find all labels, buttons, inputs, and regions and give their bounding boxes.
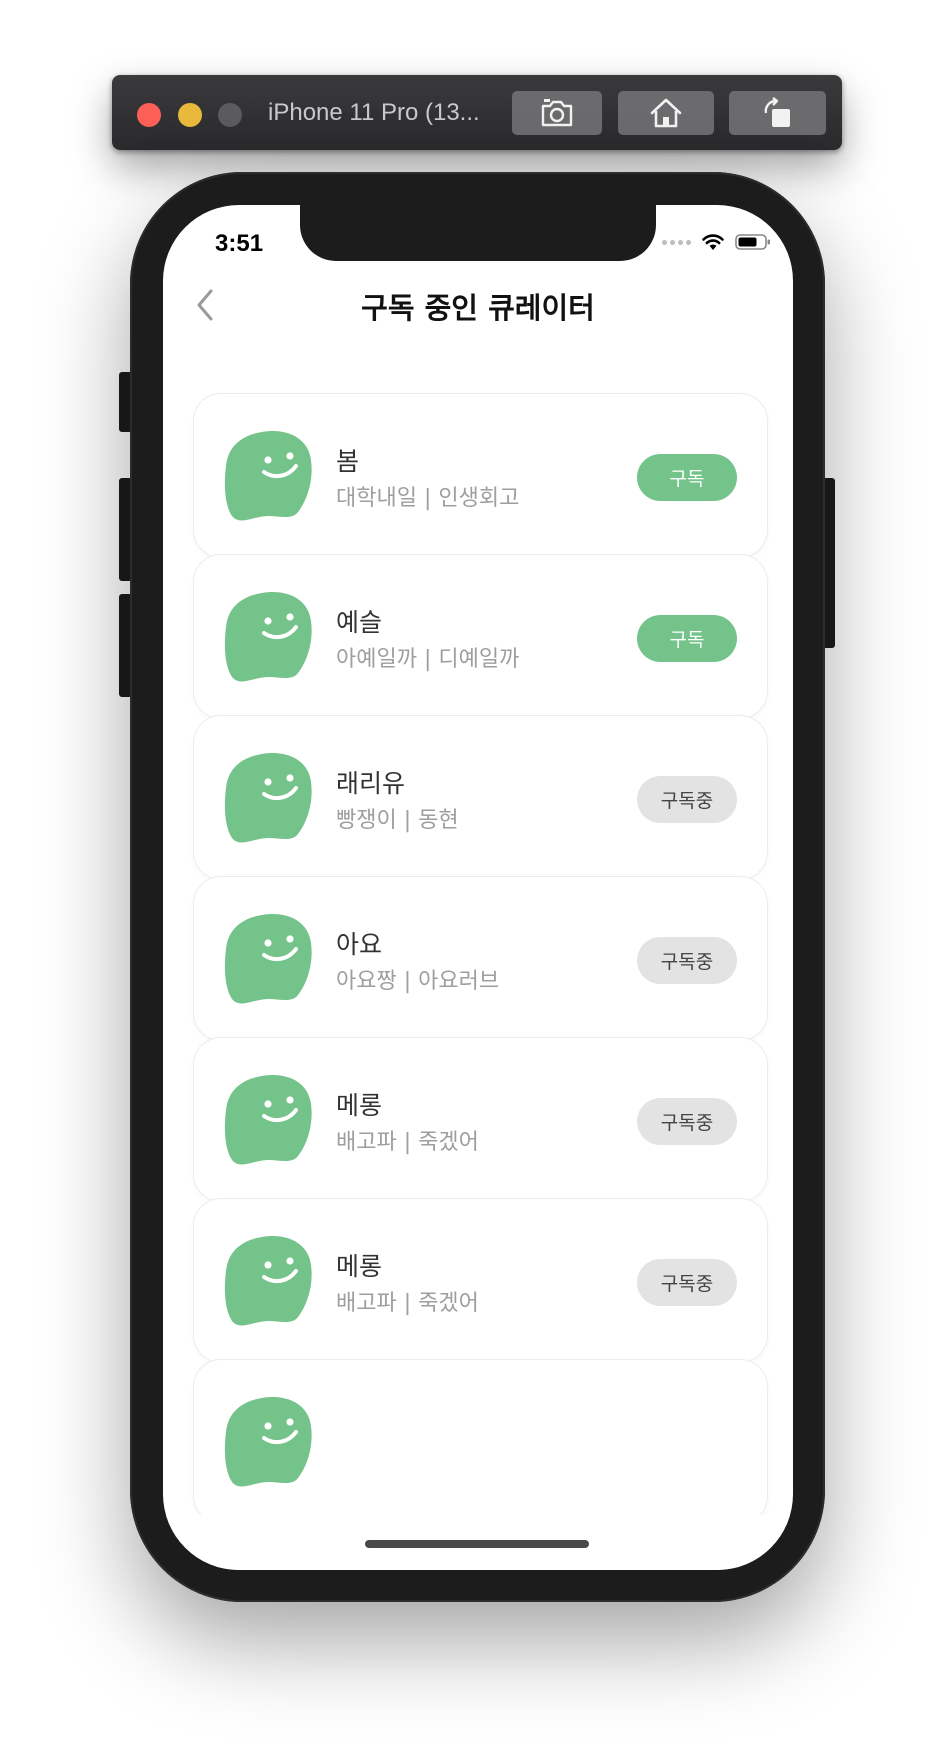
curator-card[interactable]: 래리유 빵쟁이 | 동현 구독중 [193,715,768,880]
curator-name: 봄 [336,447,360,476]
subscribe-button[interactable]: 구독 [637,454,737,501]
avatar-blob-icon [224,431,312,521]
zoom-window-button[interactable] [218,103,242,127]
rotate-button[interactable] [729,91,826,135]
curator-card[interactable]: 예슬 아예일까 | 디예일까 구독 [193,554,768,719]
subscribe-button[interactable]: 구독 [637,615,737,662]
avatar-blob-icon [224,592,312,682]
screenshot-button[interactable] [512,91,602,135]
subscribe-button[interactable]: 구독중 [637,776,737,823]
simulator-toolbar: iPhone 11 Pro (13... [112,75,842,150]
curator-card[interactable]: 아요 아요짱 | 아요러브 구독중 [193,876,768,1041]
curator-description: 빵쟁이 | 동현 [336,808,459,833]
curator-description: 대학내일 | 인생회고 [336,486,520,511]
curator-name: 메롱 [336,1091,383,1120]
notch [300,205,656,261]
app-screen: 3:51 구독 중인 큐레이터 봄 대학내일 | 인생회고 구독 예슬 아예일까… [163,205,793,1570]
curator-name: 아요 [336,930,383,959]
curator-name: 예슬 [336,608,383,637]
signal-dots-icon [662,239,691,245]
battery-icon [735,234,770,250]
curator-card-partial[interactable] [193,1359,768,1524]
avatar-blob-icon [224,753,312,843]
status-time: 3:51 [215,230,264,257]
curator-description: 아예일까 | 디예일까 [336,647,520,672]
subscribe-button[interactable]: 구독중 [637,1259,737,1306]
home-indicator[interactable] [365,1540,589,1548]
avatar-blob-icon [224,1397,312,1487]
close-window-button[interactable] [137,103,161,127]
home-icon [650,98,682,128]
curator-description: 배고파 | 죽겠어 [336,1291,479,1316]
simulator-title: iPhone 11 Pro (13... [268,99,480,126]
status-icons [662,233,771,251]
page-title: 구독 중인 큐레이터 [361,291,595,325]
rotate-icon [764,97,790,127]
curator-name: 래리유 [336,769,406,798]
home-button[interactable] [618,91,714,135]
subscribe-button[interactable]: 구독중 [637,1098,737,1145]
curator-description: 배고파 | 죽겠어 [336,1130,479,1155]
curator-name: 메롱 [336,1252,383,1281]
camera-icon [541,99,573,127]
curator-card[interactable]: 봄 대학내일 | 인생회고 구독 [193,393,768,558]
subscribe-button[interactable]: 구독중 [637,937,737,984]
curator-card[interactable]: 메롱 배고파 | 죽겠어 구독중 [193,1198,768,1363]
avatar-blob-icon [224,914,312,1004]
curator-card[interactable]: 메롱 배고파 | 죽겠어 구독중 [193,1037,768,1202]
wifi-icon [702,234,724,250]
avatar-blob-icon [224,1075,312,1165]
minimize-window-button[interactable] [178,103,202,127]
avatar-blob-icon [224,1236,312,1326]
curator-description: 아요짱 | 아요러브 [336,969,500,994]
